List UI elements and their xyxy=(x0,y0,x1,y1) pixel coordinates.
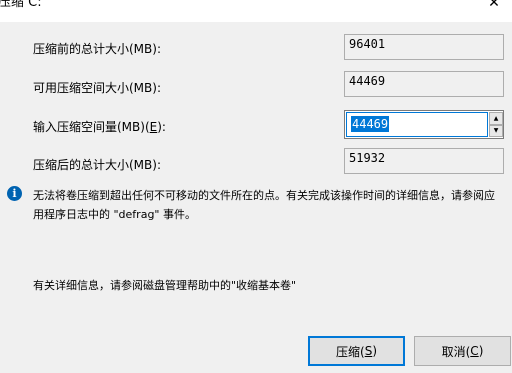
info-message: 无法将卷压缩到超出任何不可移动的文件所在的点。有关完成该操作时间的详细信息，请参… xyxy=(33,189,495,221)
shrink-button-prefix: 压缩( xyxy=(336,344,365,359)
shrink-amount-value: 44469 xyxy=(351,116,390,132)
shrink-button[interactable]: 压缩(S) xyxy=(308,336,405,366)
spin-down-icon[interactable]: ▼ xyxy=(489,124,503,137)
close-icon[interactable]: ✕ xyxy=(476,0,512,14)
cancel-button-key: C xyxy=(470,344,479,358)
shrink-button-key: S xyxy=(364,344,373,358)
spinner-buttons: ▲ ▼ xyxy=(489,112,503,137)
shrink-amount-input[interactable]: 44469 xyxy=(346,112,488,137)
cancel-button[interactable]: 取消(C) xyxy=(414,336,511,366)
total-after-label: 压缩后的总计大小(MB): xyxy=(33,158,161,172)
window-title: 压缩 C: xyxy=(0,0,42,10)
cancel-button-suffix: ) xyxy=(478,344,484,358)
available-space-value: 44469 xyxy=(344,71,504,97)
total-before-value: 96401 xyxy=(344,34,504,60)
available-space-label: 可用压缩空间大小(MB): xyxy=(33,81,161,95)
info-icon: i xyxy=(7,186,22,201)
details-hint: 有关详细信息，请参阅磁盘管理帮助中的"收缩基本卷" xyxy=(33,279,297,292)
spin-up-icon[interactable]: ▲ xyxy=(489,112,503,125)
total-before-label: 压缩前的总计大小(MB): xyxy=(33,42,161,56)
shrink-amount-label-suffix: ): xyxy=(157,120,166,134)
dialog-body xyxy=(0,22,512,342)
shrink-amount-stepper[interactable]: 44469 ▲ ▼ xyxy=(344,110,504,139)
title-bar: 压缩 C: ✕ xyxy=(0,0,512,22)
shrink-amount-label: 输入压缩空间量(MB)(E): xyxy=(33,119,166,135)
total-after-value: 51932 xyxy=(344,148,504,174)
shrink-button-suffix: ) xyxy=(372,344,377,358)
shrink-amount-label-prefix: 输入压缩空间量(MB)( xyxy=(33,120,150,134)
cancel-button-prefix: 取消( xyxy=(441,344,471,359)
